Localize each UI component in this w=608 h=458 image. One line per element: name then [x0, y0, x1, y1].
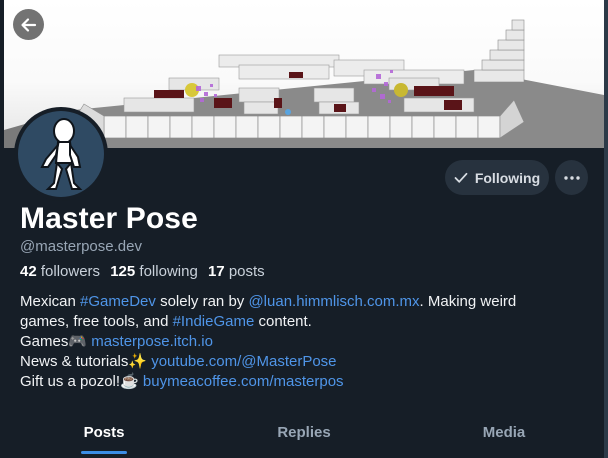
bio-text: content.	[254, 313, 312, 330]
profile-handle: @masterpose.dev	[20, 238, 142, 255]
tab-replies-label: Replies	[277, 424, 331, 441]
bio-line-2: games, free tools, and #IndieGame conten…	[20, 312, 590, 332]
mannequin-figure-icon	[40, 118, 83, 190]
bio-line-5: Gift us a pozol!☕ buymeacoffee.com/maste…	[20, 372, 590, 392]
bio-text: games, free tools, and	[20, 313, 173, 330]
posts-label: posts	[228, 263, 265, 280]
arrow-left-icon	[20, 17, 36, 32]
tab-media[interactable]: Media	[404, 412, 604, 458]
ellipsis-icon	[563, 175, 580, 180]
posts-stat: 17 posts	[208, 263, 265, 280]
avatar[interactable]	[14, 107, 108, 201]
profile-tabs: Posts Replies Media	[4, 412, 604, 458]
following-button[interactable]: Following	[445, 160, 549, 195]
bio-line-1: Mexican #GameDev solely ran by @luan.him…	[20, 292, 590, 312]
active-tab-indicator	[81, 451, 127, 454]
bio-text: solely ran by	[155, 293, 249, 310]
tab-media-label: Media	[482, 424, 526, 441]
profile-bio: Mexican #GameDev solely ran by @luan.him…	[20, 292, 590, 392]
following-label: following	[139, 263, 198, 280]
bio-line-3: Games🎮 masterpose.itch.io	[20, 332, 590, 352]
bio-line-4: News & tutorials✨ youtube.com/@MasterPos…	[20, 352, 590, 372]
mention-link[interactable]: @luan.himmlisch.com.mx	[248, 293, 419, 310]
back-button[interactable]	[13, 9, 44, 40]
bio-text: Gift us a pozol!☕	[20, 373, 143, 390]
bio-text: News & tutorials✨	[20, 353, 152, 370]
youtube-link[interactable]: youtube.com/@MasterPose	[151, 353, 336, 370]
profile-page: Following Master Pose @masterpose.dev 42…	[0, 0, 608, 458]
display-name: Master Pose	[20, 202, 198, 235]
check-icon	[454, 172, 468, 183]
profile-stats: 42 followers 125 following 17 posts	[20, 263, 271, 280]
bio-text: . Making weird	[419, 293, 517, 310]
hashtag-gamedev-link[interactable]: #GameDev	[80, 293, 156, 310]
followers-count: 42	[20, 263, 37, 280]
tab-posts[interactable]: Posts	[4, 412, 204, 458]
buymeacoffee-link[interactable]: buymeacoffee.com/masterpos	[143, 373, 344, 390]
following-count: 125	[110, 263, 136, 280]
following-button-label: Following	[474, 169, 541, 186]
more-options-button[interactable]	[555, 160, 588, 195]
bio-text: Mexican	[20, 293, 81, 310]
followers-stat[interactable]: 42 followers	[20, 263, 100, 280]
avatar-image	[18, 111, 104, 197]
hashtag-indiegame-link[interactable]: #IndieGame	[173, 313, 255, 330]
bio-text: Games🎮	[20, 333, 92, 350]
itch-link[interactable]: masterpose.itch.io	[91, 333, 213, 350]
followers-label: followers	[40, 263, 101, 280]
following-stat[interactable]: 125 following	[110, 263, 198, 280]
tab-replies[interactable]: Replies	[204, 412, 404, 458]
tab-posts-label: Posts	[83, 424, 125, 441]
posts-count: 17	[207, 263, 225, 280]
